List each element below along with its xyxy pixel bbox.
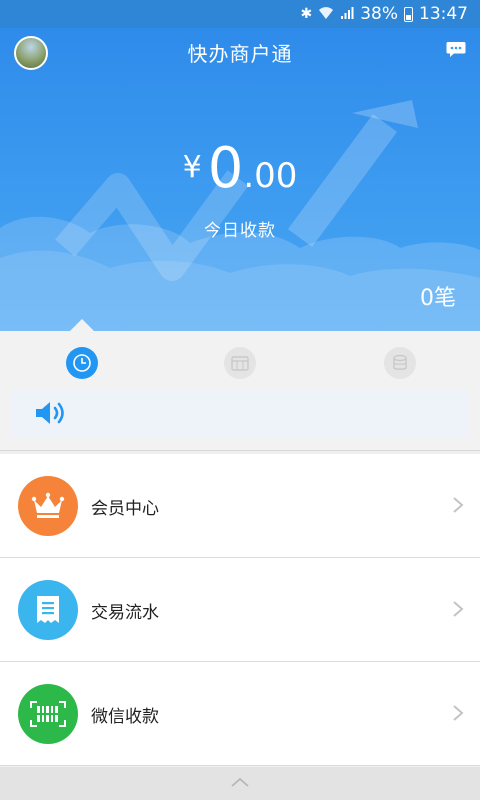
receipt-icon	[37, 596, 59, 623]
chevron-up-icon	[231, 777, 249, 787]
tab-coins[interactable]	[384, 347, 416, 379]
bluetooth-icon: ✱	[300, 6, 313, 22]
bottom-drawer-handle[interactable]	[0, 767, 480, 800]
transaction-count: 0笔	[420, 286, 456, 311]
today-amount: ¥0.00	[0, 136, 480, 201]
tab-calendar[interactable]	[224, 347, 256, 379]
tab-clock[interactable]	[66, 347, 98, 379]
wifi-icon	[318, 6, 334, 23]
coins-icon	[393, 354, 407, 370]
tab-pointer	[70, 319, 94, 331]
page-title: 快办商户通	[187, 42, 293, 66]
crown-icon	[31, 492, 65, 518]
chevron-right-icon	[453, 705, 464, 721]
menu-item-wechat-payment[interactable]: 微信收款	[0, 662, 480, 766]
battery-icon	[404, 6, 413, 22]
speaker-icon	[36, 402, 64, 424]
menu-label: 微信收款	[91, 707, 159, 727]
barcode-icon	[30, 701, 66, 727]
receipt-icon-circle	[18, 580, 78, 640]
battery-percent: 38%	[360, 4, 398, 24]
chat-bubble-icon[interactable]	[446, 41, 466, 58]
currency-symbol: ¥	[182, 150, 202, 185]
menu-label: 交易流水	[91, 603, 159, 623]
tab-strip	[0, 319, 480, 451]
barcode-icon-circle	[18, 684, 78, 744]
notice-box[interactable]	[12, 389, 468, 437]
chevron-right-icon	[453, 497, 464, 513]
status-bar: ✱ 38% 13:47	[0, 0, 480, 28]
menu-item-transaction-history[interactable]: 交易流水	[0, 558, 480, 662]
amount-integer: 0	[207, 136, 244, 201]
crown-icon-circle	[18, 476, 78, 536]
today-collection-label: 今日收款	[204, 221, 276, 241]
amount-decimal: .00	[243, 156, 298, 196]
clock-icon	[73, 354, 91, 372]
menu-label: 会员中心	[91, 499, 159, 519]
signal-icon	[340, 6, 354, 23]
menu-item-member-center[interactable]: 会员中心	[0, 454, 480, 558]
calendar-icon	[231, 356, 249, 371]
chevron-right-icon	[453, 601, 464, 617]
clock-time: 13:47	[419, 4, 468, 24]
summary-header: 快办商户通 ¥0.00 今日收款 0笔	[0, 28, 480, 331]
